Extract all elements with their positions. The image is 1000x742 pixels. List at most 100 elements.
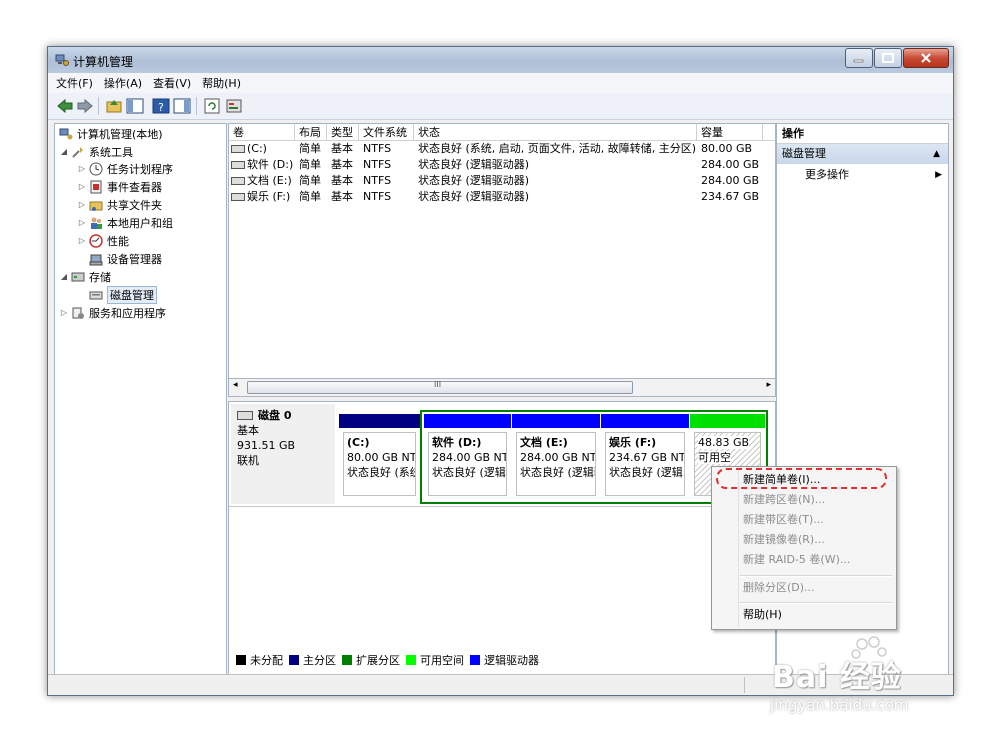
cell-type: 基本 bbox=[331, 174, 353, 187]
menu-item-new-mirrored-volume[interactable]: 新建镜像卷(R)... bbox=[743, 531, 825, 549]
cell-filesystem: NTFS bbox=[363, 190, 392, 203]
menu-action[interactable]: 操作(A) bbox=[104, 75, 142, 91]
refresh-icon[interactable] bbox=[203, 97, 221, 115]
collapse-arrow-icon[interactable]: ◢ bbox=[59, 272, 69, 281]
scroll-left-arrow-icon[interactable]: ◂ bbox=[233, 380, 238, 390]
drive-icon bbox=[231, 193, 245, 201]
tree-item-shared-folders[interactable]: ▷ 共享文件夹 bbox=[77, 196, 162, 213]
partition-legend: 未分配 主分区 扩展分区 可用空间 逻辑驱动器 bbox=[230, 651, 539, 669]
table-row[interactable]: 软件 (D:) 简单 基本 NTFS 状态良好 (逻辑驱动器) 284.00 G… bbox=[229, 157, 775, 173]
partition-size: 284.00 GB NTF bbox=[520, 451, 596, 464]
menu-file[interactable]: 文件(F) bbox=[56, 75, 93, 91]
column-header-capacity[interactable]: 容量 bbox=[697, 124, 763, 141]
up-folder-icon[interactable] bbox=[105, 97, 123, 115]
tree-item-services[interactable]: ▷ 服务和应用程序 bbox=[59, 304, 166, 321]
disk-graphical-view: 磁盘 0 基本 931.51 GB 联机 (C:) 80.00 GB NT 状态… bbox=[228, 401, 776, 691]
partition-d[interactable]: 软件 (D:) 284.00 GB NT 状态良好 (逻辑 bbox=[424, 414, 511, 500]
help-icon[interactable]: ? bbox=[152, 97, 170, 115]
collapse-up-icon[interactable]: ▲ bbox=[933, 144, 940, 164]
partition-name: 文档 (E:) bbox=[520, 436, 568, 449]
table-row[interactable]: 文档 (E:) 简单 基本 NTFS 状态良好 (逻辑驱动器) 284.00 G… bbox=[229, 173, 775, 189]
tree-item-event-viewer[interactable]: ▷ 事件查看器 bbox=[77, 178, 162, 195]
forward-arrow-icon[interactable] bbox=[76, 97, 94, 115]
expand-arrow-icon[interactable]: ▷ bbox=[77, 218, 87, 227]
expand-arrow-icon[interactable]: ▷ bbox=[77, 200, 87, 209]
menu-item-delete-partition[interactable]: 删除分区(D)... bbox=[743, 579, 815, 597]
tree-item-disk-management[interactable]: 磁盘管理 bbox=[87, 285, 157, 304]
drive-icon bbox=[231, 177, 245, 185]
table-row[interactable]: 娱乐 (F:) 简单 基本 NTFS 状态良好 (逻辑驱动器) 234.67 G… bbox=[229, 189, 775, 205]
close-button[interactable] bbox=[903, 48, 949, 68]
watermark-url: jingyan.baidu.com bbox=[770, 696, 909, 714]
partition-status: 状态良好 (系统 bbox=[347, 466, 416, 479]
collapse-arrow-icon[interactable]: ◢ bbox=[59, 147, 69, 156]
partition-c[interactable]: (C:) 80.00 GB NT 状态良好 (系统 bbox=[339, 414, 420, 500]
show-hide-action-pane-icon[interactable] bbox=[173, 97, 191, 115]
more-actions-item[interactable]: 更多操作 ▶ bbox=[805, 166, 948, 184]
menu-item-help[interactable]: 帮助(H) bbox=[743, 606, 782, 624]
minimize-button[interactable] bbox=[845, 48, 873, 68]
partition-bar bbox=[512, 414, 600, 428]
horizontal-scrollbar[interactable]: ◂ III ▸ bbox=[228, 378, 776, 397]
clock-icon bbox=[89, 162, 103, 175]
cell-type: 基本 bbox=[331, 142, 353, 155]
cell-capacity: 284.00 GB bbox=[701, 174, 760, 187]
partition-f[interactable]: 娱乐 (F:) 234.67 GB NTI 状态良好 (逻辑 bbox=[601, 414, 689, 500]
users-icon bbox=[91, 217, 102, 229]
menu-item-new-raid5-volume[interactable]: 新建 RAID-5 卷(W)... bbox=[743, 551, 850, 569]
menu-item-new-spanned-volume[interactable]: 新建跨区卷(N)... bbox=[743, 491, 825, 509]
partition-body: (C:) 80.00 GB NT 状态良好 (系统 bbox=[343, 432, 416, 496]
cell-volume: 文档 (E:) bbox=[247, 174, 292, 187]
menu-view[interactable]: 查看(V) bbox=[153, 75, 191, 91]
cell-capacity: 80.00 GB bbox=[701, 142, 753, 155]
actions-section-disk-management[interactable]: 磁盘管理 ▲ bbox=[777, 144, 948, 164]
disk-size: 931.51 GB bbox=[237, 439, 296, 452]
volume-list: 卷 布局 类型 文件系统 状态 容量 (C:) 简单 基本 NTFS 状态良好 … bbox=[228, 123, 776, 387]
expand-arrow-icon[interactable]: ▷ bbox=[77, 164, 87, 173]
cell-layout: 简单 bbox=[299, 190, 321, 203]
tree-item-storage[interactable]: ◢ 存储 bbox=[59, 268, 111, 285]
cell-capacity: 234.67 GB bbox=[701, 190, 760, 203]
column-header-filesystem[interactable]: 文件系统 bbox=[359, 124, 414, 141]
device-manager-icon bbox=[89, 254, 103, 265]
back-arrow-icon[interactable] bbox=[56, 97, 74, 115]
legend-label: 主分区 bbox=[303, 654, 336, 667]
disk-info[interactable]: 磁盘 0 基本 931.51 GB 联机 bbox=[231, 404, 335, 504]
menu-item-new-striped-volume[interactable]: 新建带区卷(T)... bbox=[743, 511, 824, 529]
scrollbar-thumb[interactable]: III bbox=[247, 380, 633, 394]
disk-kind: 基本 bbox=[237, 424, 259, 437]
partition-e[interactable]: 文档 (E:) 284.00 GB NTF 状态良好 (逻辑驱 bbox=[512, 414, 600, 500]
table-row[interactable]: (C:) 简单 基本 NTFS 状态良好 (系统, 启动, 页面文件, 活动, … bbox=[229, 141, 775, 157]
partition-body: 文档 (E:) 284.00 GB NTF 状态良好 (逻辑驱 bbox=[516, 432, 596, 496]
show-hide-console-tree-icon[interactable] bbox=[126, 97, 144, 115]
tree-item-task-scheduler[interactable]: ▷ 任务计划程序 bbox=[77, 160, 173, 177]
tree-item-root[interactable]: 计算机管理(本地) bbox=[57, 125, 163, 142]
expand-arrow-icon[interactable]: ▷ bbox=[77, 236, 87, 245]
tree-item-system-tools[interactable]: ◢ 系统工具 bbox=[59, 143, 133, 160]
column-header-volume[interactable]: 卷 bbox=[229, 124, 295, 141]
tree-item-device-manager[interactable]: 设备管理器 bbox=[87, 250, 162, 267]
maximize-button[interactable] bbox=[874, 48, 902, 68]
menu-help[interactable]: 帮助(H) bbox=[202, 75, 241, 91]
shared-folder-icon bbox=[89, 201, 103, 211]
properties-icon[interactable] bbox=[225, 97, 243, 115]
column-header-layout[interactable]: 布局 bbox=[295, 124, 327, 141]
cell-layout: 简单 bbox=[299, 158, 321, 171]
scroll-right-arrow-icon[interactable]: ▸ bbox=[766, 380, 771, 390]
column-header-status[interactable]: 状态 bbox=[414, 124, 697, 141]
expand-arrow-icon[interactable]: ▷ bbox=[59, 308, 69, 317]
column-header-type[interactable]: 类型 bbox=[327, 124, 359, 141]
tree-item-performance[interactable]: ▷ 性能 bbox=[77, 232, 129, 249]
disk-management-icon bbox=[89, 291, 103, 299]
column-header-more[interactable] bbox=[763, 124, 775, 141]
more-actions-label: 更多操作 bbox=[805, 168, 849, 181]
svg-text:?: ? bbox=[158, 101, 164, 114]
computer-management-icon bbox=[55, 54, 69, 66]
disk-icon bbox=[237, 411, 253, 420]
minimize-icon bbox=[853, 59, 864, 63]
title-bar[interactable]: 计算机管理 bbox=[48, 47, 953, 73]
actions-header: 操作 bbox=[777, 124, 948, 144]
expand-arrow-icon[interactable]: ▷ bbox=[77, 182, 87, 191]
tree-item-local-users[interactable]: ▷ 本地用户和组 bbox=[77, 214, 173, 231]
maximize-icon bbox=[882, 53, 894, 63]
